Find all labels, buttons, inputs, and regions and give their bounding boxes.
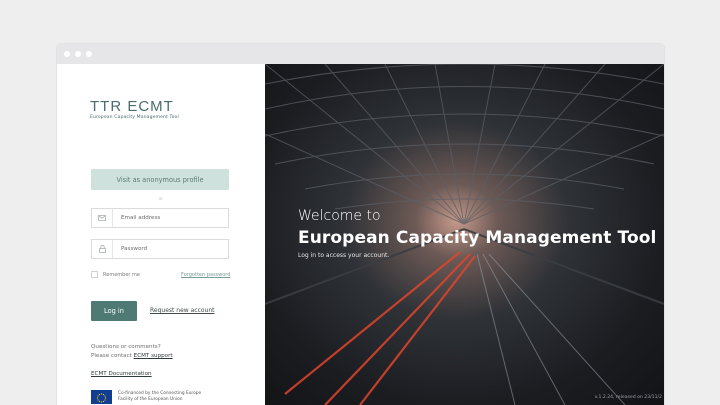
window-dot-maximize[interactable]: [86, 51, 92, 57]
logo-subtitle: European Capacity Management Tool: [90, 115, 179, 120]
login-panel: TTR ECMT European Capacity Management To…: [57, 64, 265, 405]
logo-wordmark: TTR ECMT: [90, 98, 174, 115]
request-account-link[interactable]: Request new account: [150, 307, 215, 314]
hero-panel: Welcome to European Capacity Management …: [265, 64, 664, 405]
password-field[interactable]: [91, 239, 229, 259]
documentation-link[interactable]: ECMT Documentation: [91, 371, 152, 377]
email-field[interactable]: [91, 208, 229, 228]
eu-text-line2: Facility of the European Union: [118, 397, 183, 402]
lock-icon: [92, 240, 113, 258]
window-dot-minimize[interactable]: [75, 51, 81, 57]
welcome-block: Welcome to European Capacity Management …: [298, 208, 656, 259]
ttr-ecmt-logo: TTR ECMT European Capacity Management To…: [90, 98, 179, 120]
email-input[interactable]: [113, 214, 223, 222]
password-input[interactable]: [113, 245, 223, 253]
window-dot-close[interactable]: [64, 51, 70, 57]
window-titlebar: [57, 44, 664, 64]
support-link[interactable]: ECMT support: [134, 353, 173, 359]
questions-text: Questions or comments?: [91, 344, 161, 350]
remember-me[interactable]: Remember me: [91, 271, 140, 278]
contact-prefix: Please contact: [91, 353, 134, 359]
browser-window: TTR ECMT European Capacity Management To…: [57, 44, 664, 405]
forgotten-password-link[interactable]: Forgotten password: [181, 272, 230, 278]
contact-info: Questions or comments? Please contact EC…: [91, 343, 173, 361]
or-divider: or: [158, 196, 164, 201]
remember-me-checkbox[interactable]: [91, 271, 98, 278]
mail-icon: [92, 209, 113, 227]
eu-flag-icon: [91, 390, 112, 404]
hero-subtitle: Log in to access your account.: [298, 252, 390, 259]
remember-me-label: Remember me: [103, 271, 140, 278]
login-button[interactable]: Log in: [91, 301, 137, 321]
anonymous-profile-button[interactable]: Visit as anonymous profile: [91, 169, 229, 190]
hero-title: European Capacity Management Tool: [298, 228, 657, 248]
eu-funding-notice: Co-financed by the Connecting Europe Fac…: [91, 390, 201, 404]
version-info: v.1.2.24, released on 23/11/2: [594, 395, 662, 400]
welcome-text: Welcome to: [298, 208, 381, 224]
